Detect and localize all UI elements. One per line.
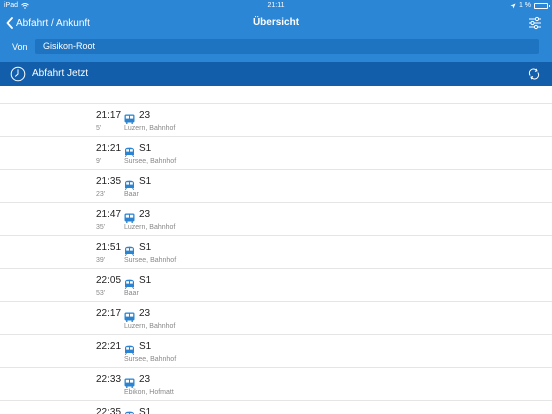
status-bar: iPad 21:11 1 % [0,0,552,11]
bus-icon [124,111,135,124]
line-number: S1 [139,341,152,352]
refresh-icon[interactable] [527,67,541,81]
location-arrow-icon [510,3,516,8]
departure-row-content: 21:21 9' S1 Sursee, Bahnhof [96,137,552,169]
destination: Luzern, Bahnhof [124,224,176,231]
train-icon [124,144,135,158]
departure-row-content: 22:21 S1 Sursee, Bahnhof [96,335,552,367]
departure-row-content: 21:35 23' S1 Baar [96,170,552,202]
status-right: 1 % [510,0,550,11]
departure-time: 22:35 [96,407,122,414]
minutes-until-departure: 23' [96,191,106,198]
destination: Sursee, Bahnhof [124,257,177,264]
departure-time: 21:17 [96,110,122,121]
departure-now-label: Abfahrt Jetzt [32,68,89,79]
departure-row-content: 22:35 S1 [96,401,552,414]
departure-row[interactable]: 21:51 39' S1 Sursee, Bahnhof [0,236,552,269]
from-label: Von [12,42,28,52]
train-icon [124,408,135,414]
status-time: 21:11 [267,2,285,9]
departure-row[interactable]: 22:21 S1 Sursee, Bahnhof [0,335,552,368]
departure-row[interactable]: 22:35 S1 [0,401,552,414]
line-number: S1 [139,407,152,414]
destination: Sursee, Bahnhof [124,158,177,165]
destination: Baar [124,290,139,297]
departure-time: 21:47 [96,209,122,220]
minutes-until-departure: 5' [96,125,102,132]
departure-row-content: 21:47 35' 23 Luzern, Bahnhof [96,203,552,235]
bus-icon [124,309,135,322]
line-number: S1 [139,176,152,187]
departure-row[interactable]: 21:21 9' S1 Sursee, Bahnhof [0,137,552,170]
from-row: Von Gisikon-Root [0,36,552,58]
header: iPad 21:11 1 % Abfahrt / Ankunft Übersic… [0,0,552,62]
destination: Sursee, Bahnhof [124,356,177,363]
departure-row-content: 21:17 5' 23 Luzern, Bahnhof [96,104,552,136]
line-number: S1 [139,143,152,154]
destination: Baar [124,191,139,198]
departure-row[interactable]: 22:05 53' S1 Baar [0,269,552,302]
departure-list: 21:17 5' 23 Luzern, Bahnhof 21:21 9' S1 … [0,103,552,414]
minutes-until-departure: 53' [96,290,106,297]
navigation-bar: Abfahrt / Ankunft Übersicht [0,11,552,35]
battery-icon [534,2,550,9]
destination: Luzern, Bahnhof [124,323,176,330]
page-title: Übersicht [252,17,300,28]
battery-percent: 1 % [518,2,531,9]
departure-row-content: 21:51 39' S1 Sursee, Bahnhof [96,236,552,268]
departure-time: 21:21 [96,143,122,154]
from-station-field[interactable]: Gisikon-Root [35,39,539,54]
departure-time: 21:51 [96,242,122,253]
train-icon [124,276,135,290]
train-icon [124,342,135,356]
destination: Ebikon, Hofmatt [124,389,174,396]
line-number: 23 [139,308,151,319]
line-number: 23 [139,374,151,385]
departure-row[interactable]: 21:35 23' S1 Baar [0,170,552,203]
departure-row[interactable]: 21:17 5' 23 Luzern, Bahnhof [0,104,552,137]
train-icon [124,243,135,257]
departure-time-bar[interactable]: Abfahrt Jetzt [0,62,552,86]
departure-time: 21:35 [96,176,122,187]
departure-time: 22:05 [96,275,122,286]
minutes-until-departure: 35' [96,224,106,231]
minutes-until-departure: 39' [96,257,106,264]
departure-row[interactable]: 22:33 23 Ebikon, Hofmatt [0,368,552,401]
filter-settings-icon[interactable] [528,16,542,30]
line-number: S1 [139,242,152,253]
line-number: S1 [139,275,152,286]
departure-time: 22:17 [96,308,122,319]
minutes-until-departure: 9' [96,158,102,165]
line-number: 23 [139,209,151,220]
destination: Luzern, Bahnhof [124,125,176,132]
departure-row[interactable]: 22:17 23 Luzern, Bahnhof [0,302,552,335]
train-icon [124,177,135,191]
departure-time: 22:33 [96,374,122,385]
line-number: 23 [139,110,151,121]
departure-row-content: 22:05 53' S1 Baar [96,269,552,301]
clock-icon [10,66,26,82]
departure-row-content: 22:33 23 Ebikon, Hofmatt [96,368,552,400]
bus-icon [124,375,135,388]
departure-row-content: 22:17 23 Luzern, Bahnhof [96,302,552,334]
bus-icon [124,210,135,223]
departure-time: 22:21 [96,341,122,352]
departure-row[interactable]: 21:47 35' 23 Luzern, Bahnhof [0,203,552,236]
